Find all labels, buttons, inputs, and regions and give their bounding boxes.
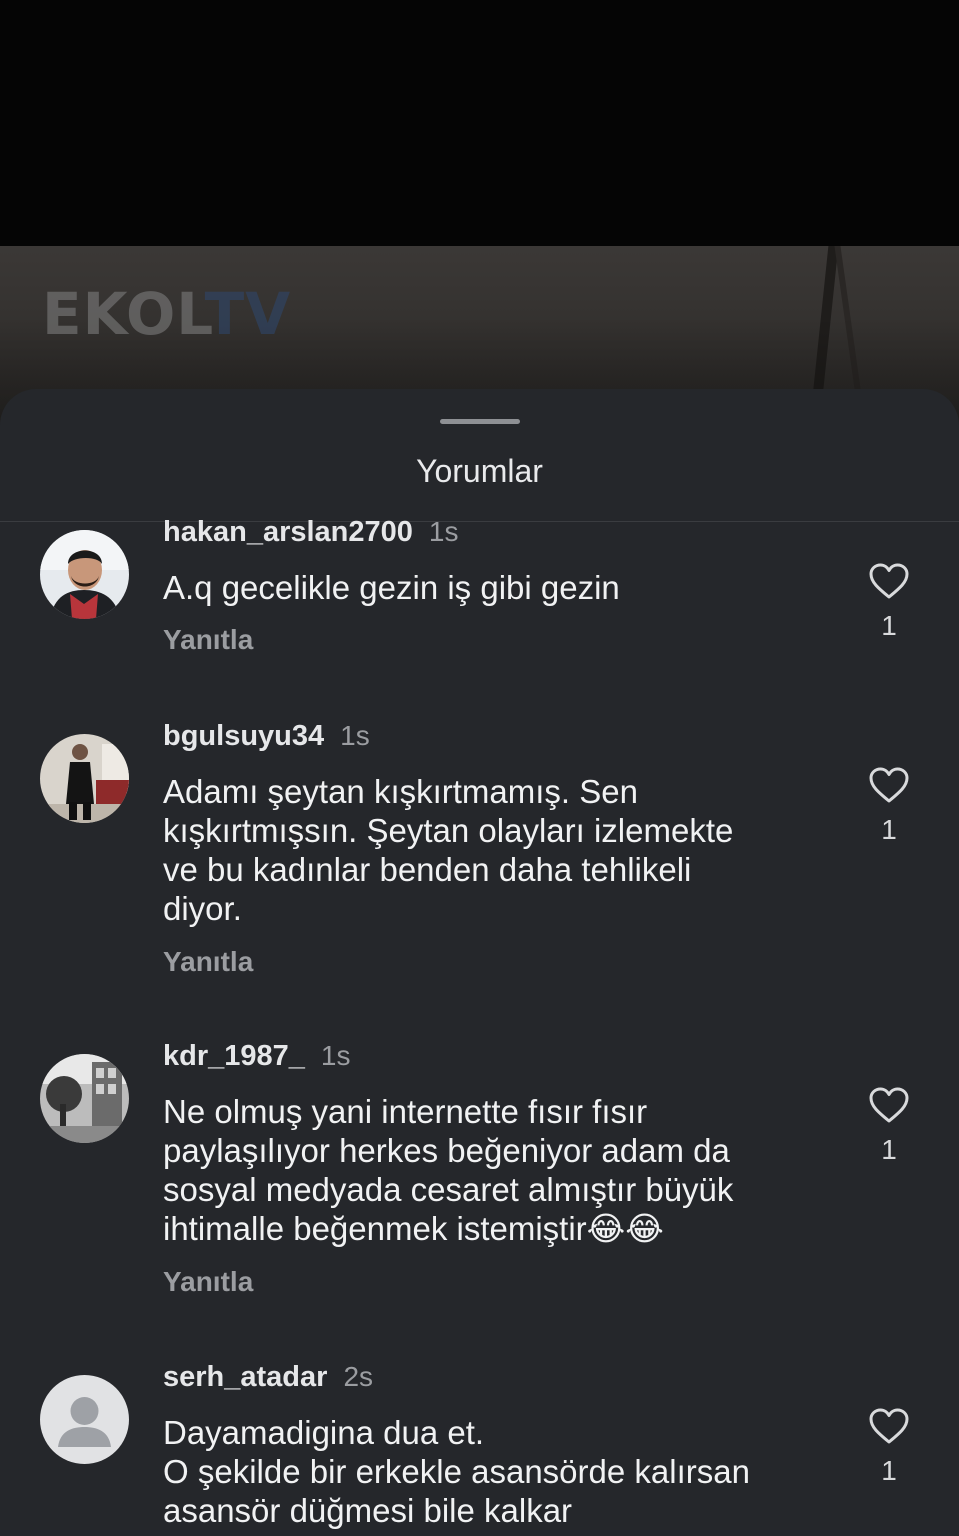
heart-outline-icon	[869, 563, 909, 599]
sheet-title: Yorumlar	[416, 453, 543, 489]
comment-time: 1s	[320, 1040, 351, 1071]
logo-ekol-text: EKOL	[42, 280, 205, 348]
comment-meta: hakan_arslan2700 1s	[163, 516, 458, 556]
person-portrait-icon	[40, 530, 129, 619]
comment-username[interactable]: bgulsuyu34	[163, 720, 324, 752]
person-full-body-icon	[40, 734, 129, 823]
comment-meta: serh_atadar 2s	[163, 1361, 373, 1401]
heart-outline-icon	[869, 1408, 909, 1444]
comment-time: 2s	[343, 1361, 374, 1392]
comment-text: Ne olmuş yani internette fısır fısır pay…	[163, 1093, 734, 1247]
avatar[interactable]	[40, 734, 129, 823]
comment-time: 1s	[340, 720, 370, 751]
heart-outline-icon	[869, 767, 909, 803]
reply-button[interactable]: Yanıtla	[163, 624, 253, 656]
street-photo-bw-icon	[40, 1054, 129, 1143]
like-count: 1	[881, 814, 897, 845]
like-count: 1	[881, 610, 897, 641]
avatar[interactable]	[40, 530, 129, 619]
reply-button[interactable]: Yanıtla	[163, 1266, 253, 1298]
comment-username[interactable]: hakan_arslan2700	[163, 516, 413, 548]
like-button[interactable]: 1	[866, 562, 912, 642]
comment-text: Adamı şeytan kışkırtmamış. Sen kışkırtmı…	[163, 773, 734, 927]
comment-text: Dayamadigina dua et. O şekilde bir erkek…	[163, 1414, 750, 1529]
header-divider	[0, 521, 959, 522]
heart-outline-icon	[869, 1087, 909, 1123]
top-black-area	[0, 0, 959, 246]
reply-button[interactable]: Yanıtla	[163, 946, 253, 978]
comments-sheet: Yorumlar hakan_arslan2700 1s A.q gecelikl…	[0, 389, 959, 1536]
comment-meta: bgulsuyu34 1s	[163, 720, 370, 760]
comment-text: A.q gecelikle gezin iş gibi gezin	[163, 569, 620, 606]
like-button[interactable]: 1	[866, 1407, 912, 1487]
comment-time: 1s	[428, 516, 459, 547]
like-button[interactable]: 1	[866, 766, 912, 846]
logo-tv-text: TV	[204, 280, 292, 348]
channel-logo: EKOLTV	[42, 285, 291, 343]
default-user-icon	[40, 1375, 129, 1464]
like-button[interactable]: 1	[866, 1086, 912, 1166]
comment-username[interactable]: serh_atadar	[163, 1361, 327, 1393]
like-count: 1	[881, 1134, 897, 1165]
avatar[interactable]	[40, 1054, 129, 1143]
like-count: 1	[881, 1455, 897, 1486]
drag-handle[interactable]	[440, 419, 520, 424]
comment-meta: kdr_1987_ 1s	[163, 1040, 350, 1080]
comment-username[interactable]: kdr_1987_	[163, 1040, 305, 1072]
avatar[interactable]	[40, 1375, 129, 1464]
